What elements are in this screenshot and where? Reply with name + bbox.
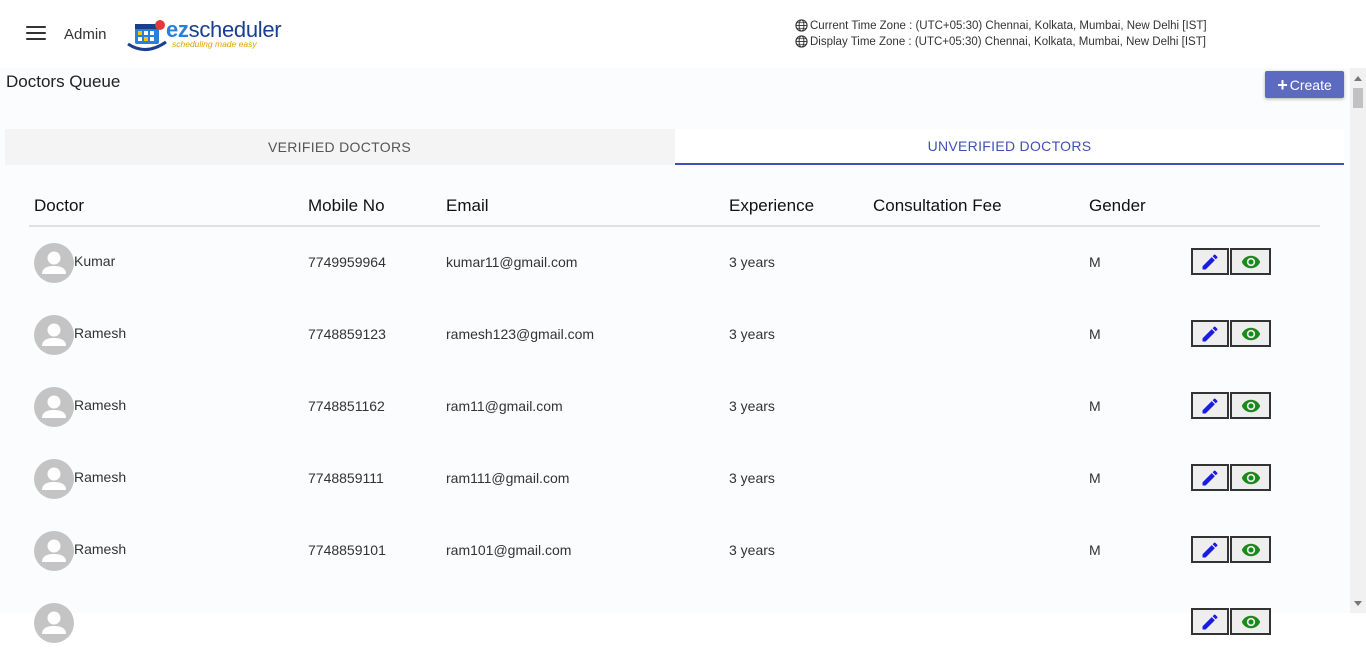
view-button[interactable]: [1230, 464, 1271, 491]
pencil-edit-icon: [1200, 396, 1220, 416]
column-header-consultation-fee: Consultation Fee: [873, 196, 1002, 215]
mobile-number: 7749959964: [308, 254, 386, 270]
current-timezone: Current Time Zone : (UTC+05:30) Chennai,…: [795, 19, 1207, 32]
top-header: Admin ezscheduler scheduling made easy C…: [0, 0, 1366, 68]
tab-verified-doctors[interactable]: VERIFIED DOCTORS: [5, 129, 674, 165]
ezscheduler-logo[interactable]: ezscheduler scheduling made easy: [126, 14, 298, 56]
mobile-number: 7748859111: [308, 470, 384, 486]
logo-tagline: scheduling made easy: [172, 39, 257, 49]
eye-view-icon: [1239, 396, 1263, 416]
pencil-edit-icon: [1200, 612, 1220, 632]
eye-view-icon: [1239, 324, 1263, 344]
doctor-name: Ramesh: [74, 397, 127, 413]
plus-icon: +: [1277, 74, 1288, 95]
pencil-edit-icon: [1200, 252, 1220, 272]
view-button[interactable]: [1230, 248, 1271, 275]
email-address: ram11@gmail.com: [446, 398, 563, 414]
display-timezone: Display Time Zone : (UTC+05:30) Chennai,…: [795, 35, 1206, 48]
table-body: Kumar 7749959964 kumar11@gmail.com 3 years M…: [29, 227, 1320, 659]
current-timezone-text: Current Time Zone : (UTC+05:30) Chennai,…: [810, 20, 1207, 32]
edit-button[interactable]: [1191, 464, 1229, 491]
pencil-edit-icon: [1200, 540, 1220, 560]
person-avatar-icon: [34, 387, 74, 427]
doctor-name: Ramesh: [74, 541, 127, 557]
email-address: ram101@gmail.com: [446, 542, 572, 558]
display-timezone-text: Display Time Zone : (UTC+05:30) Chennai,…: [810, 36, 1206, 48]
pencil-edit-icon: [1200, 324, 1220, 344]
eye-view-icon: [1239, 540, 1263, 560]
gender: M: [1089, 326, 1101, 342]
hamburger-menu-icon[interactable]: [26, 26, 46, 42]
gender: M: [1089, 398, 1101, 414]
person-avatar-icon: [34, 603, 74, 643]
eye-view-icon: [1239, 612, 1263, 632]
edit-button[interactable]: [1191, 248, 1229, 275]
doctor-name: Ramesh: [74, 325, 127, 341]
experience: 3 years: [729, 542, 775, 558]
doctors-table: Doctor Mobile No Email Experience Consul…: [29, 188, 1320, 659]
role-label: Admin: [64, 26, 107, 43]
mobile-number: 7748851162: [308, 398, 385, 414]
table-row: Kumar 7749959964 kumar11@gmail.com 3 years M: [29, 227, 1320, 299]
person-avatar-icon: [34, 243, 74, 283]
vertical-scrollbar[interactable]: [1350, 68, 1366, 613]
calendar-logo-icon: [127, 20, 167, 51]
scroll-up-arrow-icon[interactable]: [1354, 76, 1362, 81]
table-row: [29, 587, 1320, 659]
experience: 3 years: [729, 398, 775, 414]
edit-button[interactable]: [1191, 608, 1229, 635]
column-header-mobile: Mobile No: [308, 196, 385, 215]
globe-icon: [795, 35, 808, 48]
table-header: Doctor Mobile No Email Experience Consul…: [29, 188, 1320, 227]
experience: 3 years: [729, 254, 775, 270]
create-button[interactable]: + Create: [1265, 71, 1344, 98]
view-button[interactable]: [1230, 536, 1271, 563]
column-header-email: Email: [446, 196, 489, 215]
table-row: Ramesh 7748859101 ram101@gmail.com 3 years M: [29, 515, 1320, 587]
column-header-experience: Experience: [729, 196, 815, 215]
gender: M: [1089, 470, 1101, 486]
mobile-number: 7748859101: [308, 542, 386, 558]
scrollbar-thumb[interactable]: [1353, 88, 1363, 108]
globe-icon: [795, 19, 808, 32]
create-button-label: Create: [1289, 76, 1332, 93]
doctor-name: Kumar: [74, 253, 116, 269]
mobile-number: 7748859123: [308, 326, 386, 342]
column-header-doctor: Doctor: [34, 196, 85, 215]
person-avatar-icon: [34, 459, 74, 499]
eye-view-icon: [1239, 468, 1263, 488]
table-row: Ramesh 7748859123 ramesh123@gmail.com 3 yea…: [29, 299, 1320, 371]
eye-view-icon: [1239, 252, 1263, 272]
table-row: Ramesh 7748851162 ram11@gmail.com 3 years M: [29, 371, 1320, 443]
person-avatar-icon: [34, 315, 74, 355]
scroll-down-arrow-icon[interactable]: [1354, 601, 1362, 606]
experience: 3 years: [729, 470, 775, 486]
person-avatar-icon: [34, 531, 74, 571]
main-content: Doctors Queue + Create VERIFIED DOCTORS U…: [0, 68, 1350, 643]
gender: M: [1089, 254, 1101, 270]
edit-button[interactable]: [1191, 536, 1229, 563]
pencil-edit-icon: [1200, 468, 1220, 488]
edit-button[interactable]: [1191, 392, 1229, 419]
email-address: ramesh123@gmail.com: [446, 326, 595, 342]
doctor-name: Ramesh: [74, 469, 127, 485]
page-title: Doctors Queue: [6, 72, 121, 91]
table-row: Ramesh 7748859111 ram111@gmail.com 3 years M: [29, 443, 1320, 515]
doctor-tabs: VERIFIED DOCTORS UNVERIFIED DOCTORS: [5, 129, 1344, 165]
gender: M: [1089, 542, 1101, 558]
column-header-gender: Gender: [1089, 196, 1146, 215]
edit-button[interactable]: [1191, 320, 1229, 347]
email-address: kumar11@gmail.com: [446, 254, 578, 270]
tab-unverified-doctors[interactable]: UNVERIFIED DOCTORS: [675, 129, 1344, 165]
email-address: ram111@gmail.com: [446, 470, 570, 486]
view-button[interactable]: [1230, 608, 1271, 635]
view-button[interactable]: [1230, 320, 1271, 347]
view-button[interactable]: [1230, 392, 1271, 419]
experience: 3 years: [729, 326, 775, 342]
